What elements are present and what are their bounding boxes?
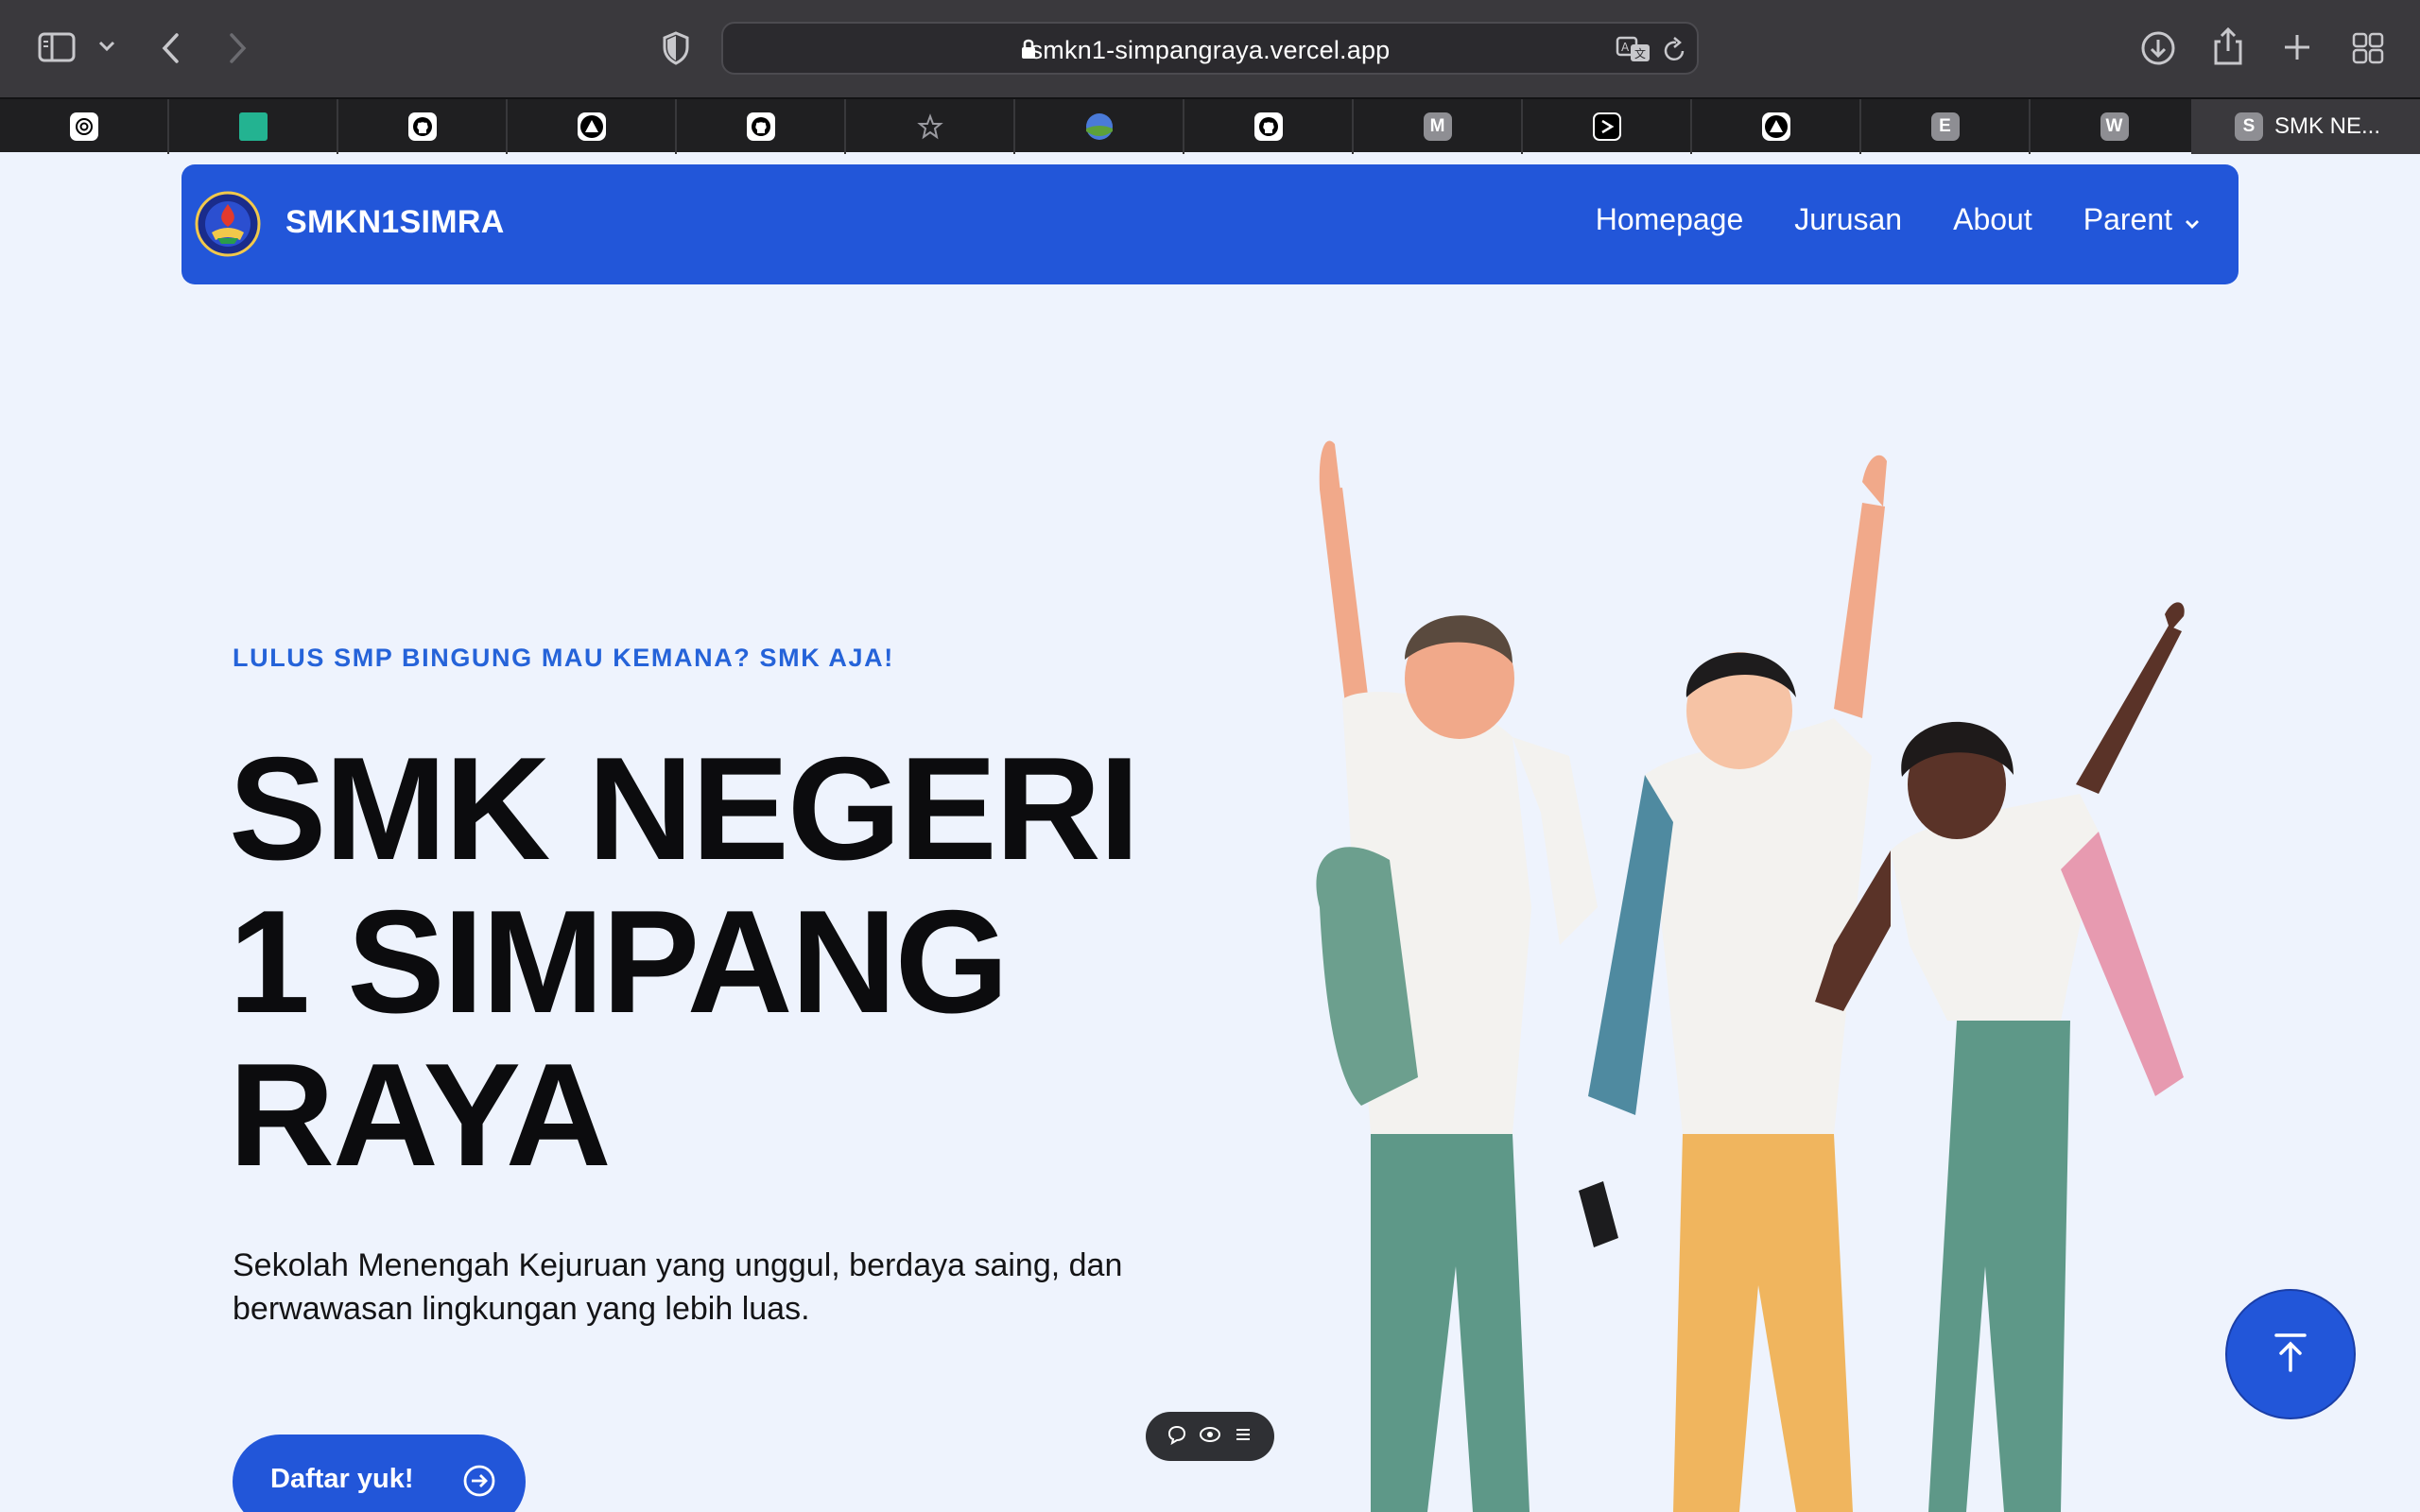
tab-favicon-green[interactable] <box>169 99 338 154</box>
hero-title: SMK NEGERI 1 SIMPANG RAYA <box>229 732 1269 1192</box>
site-favicon-icon: S <box>2235 112 2263 141</box>
new-tab-icon[interactable] <box>2282 32 2312 62</box>
nav-dropdown-label: Parent <box>2083 202 2172 236</box>
github-icon <box>746 112 775 141</box>
tab-favicon-globe[interactable] <box>1015 99 1184 154</box>
openai-icon <box>69 112 98 141</box>
back-icon[interactable] <box>161 32 182 64</box>
url-text: smkn1-simpangraya.vercel.app <box>1029 36 1391 64</box>
letter-m-icon: M <box>1423 112 1452 141</box>
star-icon <box>916 112 944 141</box>
github-icon <box>407 112 437 141</box>
register-button[interactable]: Daftar yuk! <box>233 1435 526 1512</box>
tab-favicon-m[interactable]: M <box>1354 99 1523 154</box>
browser-toolbar: smkn1-simpangraya.vercel.app A文 <box>0 0 2420 97</box>
triangle-app-icon <box>1761 112 1790 141</box>
nav-dropdown-parent[interactable]: Parent <box>2083 202 2201 237</box>
chevron-down-icon <box>2184 202 2201 237</box>
tab-favicon-w[interactable]: W <box>2031 99 2200 154</box>
address-bar[interactable]: smkn1-simpangraya.vercel.app A文 <box>721 22 1699 75</box>
arrow-circle-right-icon <box>462 1464 496 1505</box>
tab-favicon-triangle[interactable] <box>508 99 677 154</box>
github-icon <box>1253 112 1283 141</box>
hero-eyebrow: LULUS SMP BINGUNG MAU KEMANA? SMK AJA! <box>233 644 894 672</box>
nav-links: Homepage Jurusan About Parent <box>1596 202 2201 237</box>
site-navbar: SMKN1SIMRA Homepage Jurusan About Parent <box>182 164 2238 284</box>
forward-icon[interactable] <box>227 32 248 64</box>
tab-favicon-github[interactable] <box>338 99 508 154</box>
globe-landscape-icon <box>1085 112 1114 141</box>
students-illustration <box>1229 416 2231 1512</box>
nav-link-homepage[interactable]: Homepage <box>1596 202 1744 237</box>
register-button-label: Daftar yuk! <box>270 1464 414 1494</box>
scroll-to-top-button[interactable] <box>2225 1289 2356 1419</box>
letter-w-icon: W <box>2100 112 2129 141</box>
menu-icon[interactable] <box>1233 1424 1253 1450</box>
shield-icon[interactable] <box>662 31 690 65</box>
comment-icon[interactable] <box>1167 1424 1187 1450</box>
floating-toolbar <box>1146 1412 1274 1461</box>
tab-favicon-triangle-2[interactable] <box>1692 99 1861 154</box>
tab-title: SMK NE... <box>2274 113 2381 139</box>
terminal-prompt-icon <box>1592 112 1621 141</box>
nav-link-about[interactable]: About <box>1953 202 2032 237</box>
hero-title-line: 1 SIMPANG <box>229 880 1009 1043</box>
reload-icon[interactable] <box>1663 37 1687 63</box>
eye-icon[interactable] <box>1199 1424 1221 1450</box>
tab-favicon-star[interactable] <box>846 99 1015 154</box>
tab-favicon-prompt[interactable] <box>1523 99 1692 154</box>
arrow-up-icon <box>2269 1331 2312 1379</box>
green-square-icon <box>238 112 268 141</box>
share-icon[interactable] <box>2212 26 2244 66</box>
brand-name[interactable]: SMKN1SIMRA <box>285 204 505 241</box>
translate-icon[interactable]: A文 <box>1616 35 1651 63</box>
tab-active[interactable]: S SMK NE... <box>2191 99 2420 154</box>
school-logo-icon[interactable] <box>195 191 261 257</box>
tab-favicon-github-3[interactable] <box>1184 99 1354 154</box>
hero-title-line: RAYA <box>229 1033 612 1196</box>
chevron-down-icon[interactable] <box>98 41 115 52</box>
tab-favicon-github-2[interactable] <box>677 99 846 154</box>
sidebar-toggle-icon[interactable] <box>38 32 76 62</box>
svg-text:文: 文 <box>1634 46 1646 60</box>
nav-link-jurusan[interactable]: Jurusan <box>1794 202 1902 237</box>
hero-description: Sekolah Menengah Kejuruan yang unggul, b… <box>233 1247 1123 1327</box>
tab-bar: M E W S SMK NE... <box>0 97 2420 154</box>
tab-favicon-openai[interactable] <box>0 99 169 154</box>
tab-overview-icon[interactable] <box>2352 32 2384 64</box>
svg-text:A: A <box>1621 41 1630 54</box>
letter-e-icon: E <box>1930 112 1960 141</box>
tab-favicon-e[interactable]: E <box>1861 99 2031 154</box>
download-icon[interactable] <box>2140 30 2176 66</box>
triangle-app-icon <box>577 112 606 141</box>
hero-title-line: SMK NEGERI <box>229 727 1140 890</box>
